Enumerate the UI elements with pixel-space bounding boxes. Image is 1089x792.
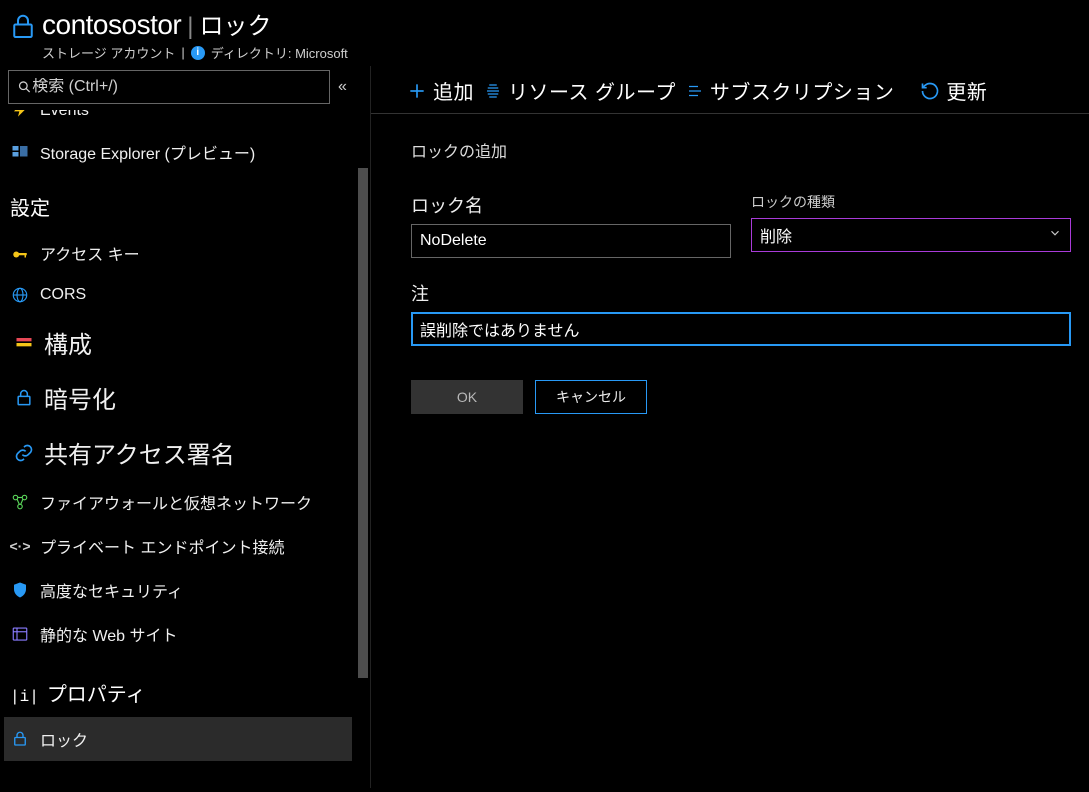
directory-label: ディレクトリ: Microsoft — [211, 43, 348, 62]
search-input[interactable] — [32, 78, 321, 96]
sidebar-nav: Events Storage Explorer (プレビュー) 設定 アクセス … — [4, 110, 370, 761]
sidebar-item-label: 静的な Web サイト — [40, 622, 178, 646]
lock-name-label: ロック名 — [411, 192, 731, 218]
lock-name-input[interactable] — [420, 232, 722, 250]
lock-type-select[interactable]: 削除 — [751, 218, 1071, 252]
lock-type-value: 削除 — [760, 223, 792, 247]
sidebar-item-label: 共有アクセス署名 — [44, 435, 235, 470]
blade-header: contosostor | ロック ストレージ アカウント | i ディレクトリ… — [0, 0, 1089, 66]
sidebar-item-label: Events — [40, 110, 89, 120]
collapse-sidebar-button[interactable]: « — [338, 78, 347, 96]
title-separator: | — [185, 13, 195, 41]
brackets-icon: <·> — [10, 536, 30, 556]
subscription-icon — [686, 82, 704, 100]
lock-icon — [14, 388, 34, 408]
link-icon — [14, 443, 34, 463]
scrollbar-thumb[interactable] — [358, 168, 368, 678]
firewall-icon — [10, 492, 30, 512]
sidebar-item-encryption[interactable]: 暗号化 — [4, 370, 352, 425]
cancel-button[interactable]: キャンセル — [535, 380, 647, 414]
resource-type: ストレージ アカウント — [42, 43, 175, 62]
sidebar-item-events[interactable]: Events — [4, 110, 352, 130]
subtitle-separator: | — [181, 45, 184, 60]
chevron-down-icon — [1048, 226, 1062, 245]
sidebar-item-label: Storage Explorer (プレビュー) — [40, 140, 255, 164]
sidebar-item-private-endpoint[interactable]: <·> プライベート エンドポイント接続 — [4, 524, 352, 568]
sidebar: « Events Storage Explorer (プレビュー) 設定 — [0, 66, 370, 788]
sidebar-item-sas[interactable]: 共有アクセス署名 — [4, 425, 352, 480]
globe-icon — [10, 285, 30, 305]
resource-name: contosostor — [42, 9, 181, 41]
sidebar-item-label: アクセス キー — [40, 241, 140, 265]
lock-type-label: ロックの種類 — [751, 192, 1071, 212]
toolbar-add-button[interactable]: 追加 — [407, 76, 474, 105]
sidebar-item-label: ファイアウォールと仮想ネットワーク — [40, 490, 312, 514]
bolt-icon — [10, 110, 30, 120]
lock-name-input-box[interactable] — [411, 224, 731, 258]
toolbar: 追加 リソース グループ サブスクリプション 更新 — [371, 66, 1089, 113]
sidebar-item-label: CORS — [40, 286, 86, 304]
lock-icon — [8, 12, 38, 47]
sidebar-scrollbar[interactable] — [356, 110, 370, 788]
sidebar-item-label: 高度なセキュリティ — [40, 578, 183, 602]
sidebar-item-label: 暗号化 — [44, 380, 116, 415]
sidebar-item-cors[interactable]: CORS — [4, 275, 352, 315]
lock-icon — [10, 729, 30, 749]
blade-title: ロック — [199, 6, 271, 41]
storage-explorer-icon — [10, 142, 30, 162]
resource-group-icon — [484, 82, 502, 100]
key-icon — [10, 243, 30, 263]
properties-icon: |i| — [10, 688, 39, 706]
ok-button[interactable]: OK — [411, 380, 523, 414]
info-icon[interactable]: i — [191, 46, 205, 60]
shield-icon — [10, 580, 30, 600]
sidebar-item-label: 構成 — [44, 325, 92, 360]
note-input[interactable] — [420, 320, 1062, 338]
note-input-box[interactable] — [411, 312, 1071, 346]
add-lock-panel: ロックの追加 ロック名 ロックの種類 削除 — [371, 113, 1089, 788]
sidebar-section-settings: 設定 — [4, 174, 352, 231]
toolbar-subscription-button[interactable]: サブスクリプション — [686, 76, 895, 105]
refresh-icon — [920, 81, 940, 101]
sidebar-item-properties[interactable]: |i|プロパティ — [4, 656, 352, 717]
sidebar-item-storage-explorer[interactable]: Storage Explorer (プレビュー) — [4, 130, 352, 174]
toolbar-label: サブスクリプション — [710, 76, 895, 105]
toolbar-label: 追加 — [433, 76, 474, 105]
sidebar-item-locks[interactable]: ロック — [4, 717, 352, 761]
plus-icon — [407, 81, 427, 101]
stack-icon — [14, 333, 34, 353]
main-pane: 追加 リソース グループ サブスクリプション 更新 — [370, 66, 1089, 788]
toolbar-label: 更新 — [946, 76, 987, 105]
sidebar-item-configuration[interactable]: 構成 — [4, 315, 352, 370]
search-icon — [17, 79, 32, 95]
sidebar-item-label: ロック — [40, 727, 88, 751]
sidebar-item-static-website[interactable]: 静的な Web サイト — [4, 612, 352, 656]
sidebar-item-access-keys[interactable]: アクセス キー — [4, 231, 352, 275]
panel-title: ロックの追加 — [411, 138, 1071, 162]
webpage-icon — [10, 624, 30, 644]
toolbar-refresh-button[interactable]: 更新 — [920, 76, 987, 105]
note-label: 注 — [411, 280, 1071, 306]
toolbar-resource-group-button[interactable]: リソース グループ — [484, 76, 676, 105]
sidebar-item-advanced-security[interactable]: 高度なセキュリティ — [4, 568, 352, 612]
search-box[interactable] — [8, 70, 330, 104]
sidebar-item-label: プライベート エンドポイント接続 — [40, 534, 284, 558]
sidebar-item-firewall[interactable]: ファイアウォールと仮想ネットワーク — [4, 480, 352, 524]
toolbar-label: リソース グループ — [508, 76, 676, 105]
